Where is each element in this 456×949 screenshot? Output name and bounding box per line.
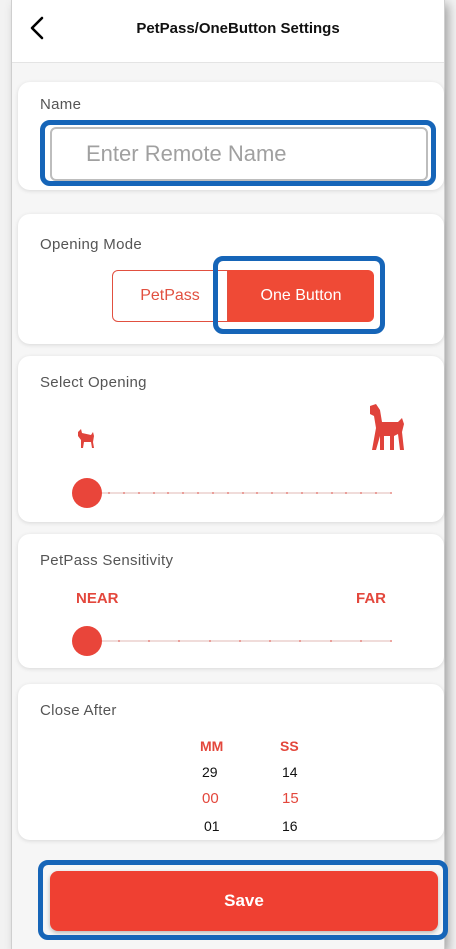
ss-prev[interactable]: 14 [282,764,298,780]
header-bar: PetPass/OneButton Settings [12,0,444,63]
slider-tick [315,492,318,494]
select-opening-label: Select Opening [40,374,147,391]
slider-tick [390,640,392,642]
opening-slider-thumb[interactable] [72,478,102,508]
ss-selected[interactable]: 15 [282,790,299,807]
close-after-label: Close After [40,702,117,719]
mm-selected[interactable]: 00 [202,790,219,807]
small-dog-icon [78,429,94,448]
sensitivity-slider-thumb[interactable] [72,626,102,656]
slider-tick [359,640,362,642]
name-label: Name [40,96,82,113]
slider-tick [118,640,120,642]
save-button-highlight [38,860,448,940]
app-screen: PetPass/OneButton Settings Name Opening … [12,0,448,949]
one-button-highlight [213,256,385,334]
slider-tick [329,640,332,642]
slider-tick [152,492,155,494]
ss-next[interactable]: 16 [282,818,298,834]
sensitivity-slider-track[interactable] [94,640,390,642]
opening-mode-label: Opening Mode [40,236,143,253]
slider-tick [390,492,392,494]
mode-petpass-button[interactable]: PetPass [112,270,228,322]
slider-tick [208,640,211,642]
mm-prev[interactable]: 29 [202,764,218,780]
slider-tick [211,492,214,494]
page-title: PetPass/OneButton Settings [136,20,340,37]
slider-tick [137,492,140,494]
mm-header: MM [200,738,224,754]
slider-tick [300,492,303,494]
slider-tick [108,492,110,494]
slider-tick [122,492,125,494]
ss-header: SS [280,738,299,754]
slider-tick [238,640,241,642]
slider-tick [226,492,229,494]
far-label: FAR [356,590,386,607]
large-dog-icon [370,404,404,450]
name-input-highlight [40,120,436,186]
slider-tick [241,492,244,494]
close-after-card: Close After MM SS 29 14 00 15 01 16 [18,684,444,840]
sensitivity-card: PetPass Sensitivity NEAR FAR [18,534,444,668]
mm-next[interactable]: 01 [204,818,220,834]
sensitivity-label: PetPass Sensitivity [40,552,174,569]
select-opening-card: Select Opening [18,356,444,522]
near-label: NEAR [76,590,119,607]
slider-tick [330,492,333,494]
